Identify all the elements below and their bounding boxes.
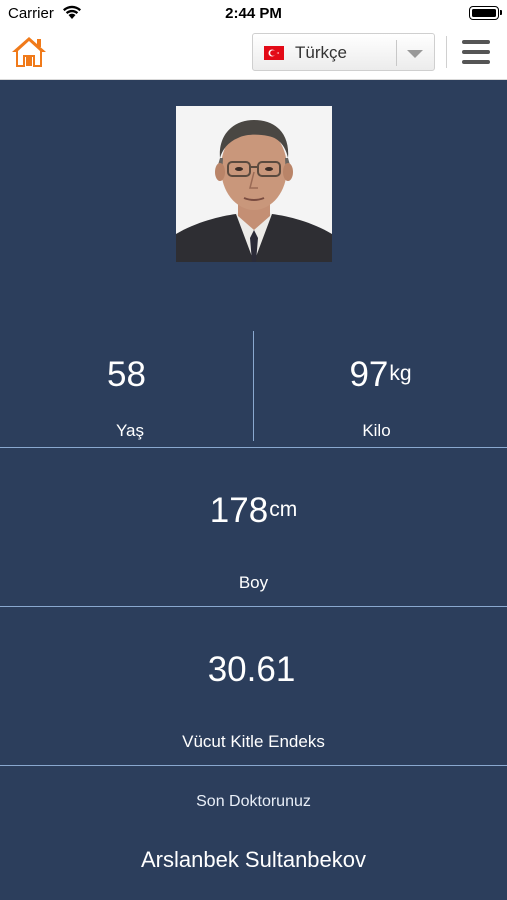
height-label: Boy bbox=[238, 573, 269, 592]
status-bar: Carrier 2:44 PM bbox=[0, 0, 507, 26]
battery-icon bbox=[469, 6, 502, 20]
height-value: 178cm bbox=[0, 491, 507, 531]
height-unit: cm bbox=[269, 498, 298, 521]
language-dropdown[interactable]: Türkçe bbox=[252, 33, 435, 71]
age-value: 58 bbox=[0, 355, 253, 395]
status-time: 2:44 PM bbox=[225, 5, 282, 22]
age-number: 58 bbox=[107, 355, 146, 394]
profile-photo bbox=[176, 106, 332, 262]
hamburger-menu-icon[interactable] bbox=[462, 40, 490, 64]
weight-number: 97 bbox=[349, 355, 389, 394]
top-navigation-bar: Türkçe bbox=[0, 26, 507, 80]
turkey-flag-icon bbox=[264, 46, 284, 60]
divider-line bbox=[0, 606, 507, 607]
home-icon[interactable] bbox=[10, 34, 48, 70]
height-number: 178 bbox=[209, 491, 269, 530]
doctor-name[interactable]: Arslanbek Sultanbekov bbox=[0, 847, 507, 873]
language-label: Türkçe bbox=[295, 43, 347, 62]
weight-value: 97kg bbox=[254, 355, 507, 395]
divider-line bbox=[0, 447, 507, 448]
bmi-value: 30.61 bbox=[207, 650, 296, 689]
divider-line bbox=[0, 765, 507, 766]
weight-unit: kg bbox=[389, 362, 412, 385]
bmi-label: Vücut Kitle Endeks bbox=[182, 732, 325, 751]
weight-label: Kilo bbox=[362, 421, 391, 440]
age-label: Yaş bbox=[115, 421, 145, 440]
last-doctor-label: Son Doktorunuz bbox=[196, 793, 311, 810]
chevron-down-icon bbox=[407, 50, 423, 58]
